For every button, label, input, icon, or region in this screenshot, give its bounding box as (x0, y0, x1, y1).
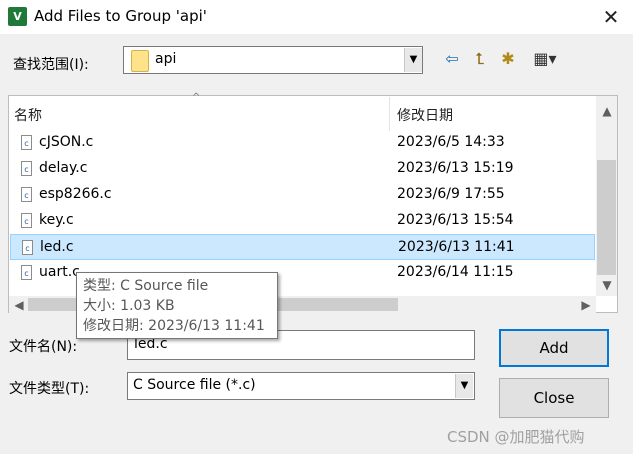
file-date: 2023/6/14 11:15 (397, 264, 514, 280)
new-folder-icon[interactable]: ✱ (497, 48, 519, 70)
app-icon: V (8, 7, 27, 26)
c-file-icon: c (21, 161, 32, 176)
close-button[interactable]: Close (499, 378, 609, 418)
file-name: key.c (39, 212, 74, 228)
file-row[interactable]: c esp8266.c 2023/6/9 17:55 (10, 182, 595, 208)
column-header-modified[interactable]: 修改日期 (397, 105, 453, 125)
c-file-icon: c (21, 265, 32, 280)
lookin-label: 查找范围(I): (13, 57, 89, 73)
scroll-down-icon[interactable]: ▼ (599, 278, 615, 292)
chevron-down-icon[interactable]: ▼ (455, 374, 473, 398)
file-name: uart.c (39, 264, 80, 280)
file-row[interactable]: c delay.c 2023/6/13 15:19 (10, 156, 595, 182)
window-title: Add Files to Group 'api' (34, 7, 207, 25)
filetype-label: 文件类型(T): (9, 381, 90, 397)
c-file-icon: c (21, 135, 32, 150)
view-menu-icon[interactable]: ▦▾ (527, 48, 563, 70)
file-row-selected[interactable]: c led.c 2023/6/13 11:41 (10, 234, 595, 260)
vertical-scroll-thumb[interactable] (597, 160, 616, 275)
filetype-value: C Source file (*.c) (133, 377, 256, 393)
file-date: 2023/6/9 17:55 (397, 186, 505, 202)
add-button[interactable]: Add (499, 329, 609, 367)
watermark: CSDN @加肥猫代购 (447, 428, 585, 446)
file-row[interactable]: c key.c 2023/6/13 15:54 (10, 208, 595, 234)
filetype-select[interactable]: C Source file (*.c) (127, 372, 475, 400)
file-row[interactable]: c cJSON.c 2023/6/5 14:33 (10, 130, 595, 156)
file-date: 2023/6/13 11:41 (398, 239, 515, 255)
file-name: delay.c (39, 160, 88, 176)
scroll-up-icon[interactable]: ▲ (599, 104, 615, 118)
file-name: cJSON.c (39, 134, 94, 150)
up-folder-icon[interactable]: ⮤ (469, 48, 491, 70)
tooltip-size: 大小: 1.03 KB (83, 298, 175, 314)
file-name: led.c (40, 239, 74, 255)
back-arrow-icon[interactable]: ⇦ (441, 48, 463, 70)
tooltip-modified: 修改日期: 2023/6/13 11:41 (83, 318, 265, 334)
folder-icon (131, 50, 149, 72)
lookin-value: api (155, 51, 177, 67)
chevron-down-icon[interactable]: ▼ (404, 48, 422, 72)
tooltip-type: 类型: C Source file (83, 278, 209, 294)
sort-ascending-icon: ^ (192, 92, 201, 103)
c-file-icon: c (21, 187, 32, 202)
c-file-icon: c (21, 213, 32, 228)
file-date: 2023/6/5 14:33 (397, 134, 505, 150)
filename-label: 文件名(N): (9, 339, 78, 355)
file-date: 2023/6/13 15:19 (397, 160, 514, 176)
file-name: esp8266.c (39, 186, 112, 202)
scroll-left-icon[interactable]: ◀ (11, 298, 27, 312)
close-icon[interactable]: ✕ (598, 4, 624, 30)
column-header-name[interactable]: 名称 (14, 105, 42, 125)
file-tooltip: 类型: C Source file 大小: 1.03 KB 修改日期: 2023… (76, 272, 278, 339)
c-file-icon: c (22, 240, 33, 255)
scroll-right-icon[interactable]: ▶ (578, 298, 594, 312)
column-divider[interactable] (389, 97, 390, 131)
file-date: 2023/6/13 15:54 (397, 212, 514, 228)
